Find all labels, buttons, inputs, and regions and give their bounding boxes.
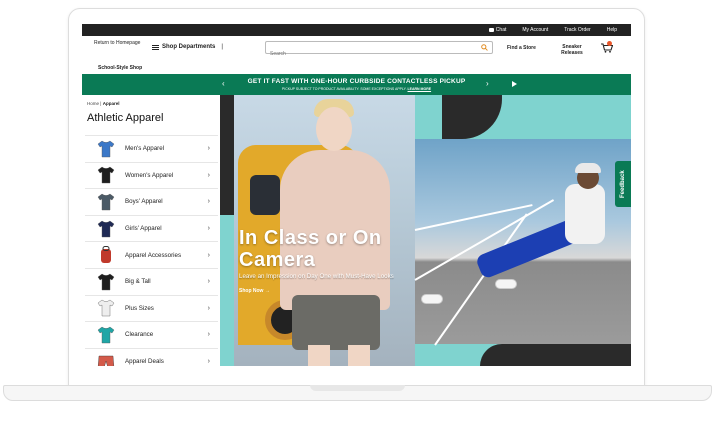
track-order-link[interactable]: Track Order xyxy=(564,27,590,33)
sidebar-item[interactable]: Girls' Apparel › xyxy=(85,214,218,242)
sidebar-item[interactable]: Women's Apparel › xyxy=(85,161,218,189)
help-link[interactable]: Help xyxy=(607,27,617,33)
browser-screen: Chat My Account Track Order Help Return … xyxy=(82,24,631,366)
breadcrumb-separator: | xyxy=(100,101,102,106)
model-head-graphic xyxy=(316,107,352,151)
search-box xyxy=(265,41,493,60)
hero-title-line2: Camera xyxy=(239,249,316,271)
shirt-navy-icon xyxy=(95,218,117,240)
sidebar-item-label: Boys' Apparel xyxy=(125,198,163,206)
backpack-icon xyxy=(95,244,117,266)
shop-departments-menu[interactable]: Shop Departments | xyxy=(152,44,223,50)
site-header: Return to Homepage Shop Departments | Fi… xyxy=(82,36,631,74)
learn-more-link[interactable]: LEARN MORE xyxy=(408,87,432,91)
sidebar-item[interactable]: Clearance › xyxy=(85,321,218,348)
my-account-link[interactable]: My Account xyxy=(522,27,548,33)
sidebar-item-label: Plus Sizes xyxy=(125,304,154,312)
breadcrumb-home[interactable]: Home xyxy=(87,101,99,106)
sneaker-releases-link[interactable]: Sneaker Releases xyxy=(554,44,590,56)
shirt-teal-icon xyxy=(95,324,117,346)
breadcrumb-current: Apparel xyxy=(102,101,120,106)
find-a-store-link[interactable]: Find a Store xyxy=(507,45,536,51)
chevron-right-icon: › xyxy=(207,331,210,339)
arrow-right-icon: → xyxy=(264,288,270,294)
chevron-right-icon: › xyxy=(207,278,210,286)
hamburger-icon xyxy=(152,44,159,50)
shirt-blue-icon xyxy=(95,138,117,160)
page-title: Athletic Apparel xyxy=(87,112,164,124)
return-to-homepage-link[interactable]: Return to Homepage xyxy=(94,40,140,46)
sneaker-graphic xyxy=(495,279,517,289)
sidebar-item-label: Women's Apparel xyxy=(125,171,174,179)
sidebar-item-label: Apparel Deals xyxy=(125,358,164,366)
utility-bar: Chat My Account Track Order Help xyxy=(82,24,631,36)
search-icon[interactable] xyxy=(481,44,488,51)
sidebar-item[interactable]: Plus Sizes › xyxy=(85,294,218,322)
search-input[interactable] xyxy=(266,48,466,60)
breadcrumb: Home | Apparel xyxy=(87,101,119,106)
chevron-right-icon: › xyxy=(207,145,210,153)
category-sidebar: Home | Apparel Athletic Apparel Men's Ap… xyxy=(82,95,220,366)
model-leg-graphic xyxy=(308,345,330,366)
chevron-right-icon: › xyxy=(207,198,210,206)
sidebar-item[interactable]: Apparel Deals › xyxy=(85,347,218,366)
sidebar-item-label: Apparel Accessories xyxy=(125,251,182,259)
hero-banner[interactable]: In Class or On Camera Leave an Impressio… xyxy=(220,95,631,366)
shirt-black-icon xyxy=(95,271,117,293)
sidebar-item-label: Girls' Apparel xyxy=(125,225,162,233)
chat-icon xyxy=(488,28,494,32)
model-cap-graphic xyxy=(575,163,601,173)
promo-next-arrow[interactable]: › xyxy=(486,79,489,88)
hero-title: In Class or On Camera xyxy=(239,227,382,271)
shorts-icon xyxy=(95,351,117,366)
header-separator: | xyxy=(221,44,223,50)
hero-photo-runner xyxy=(414,139,631,346)
sidebar-item-label: Clearance xyxy=(125,331,154,339)
model-leg-graphic xyxy=(348,345,370,366)
chevron-right-icon: › xyxy=(207,225,210,233)
sidebar-item-label: Big & Tall xyxy=(125,278,151,286)
shirt-white-icon xyxy=(95,297,117,319)
shirt-gray-icon xyxy=(95,191,117,213)
promo-subtitle-text: PICKUP SUBJECT TO PRODUCT AVAILABILITY. … xyxy=(281,87,407,91)
model-shorts-graphic xyxy=(292,295,380,350)
chevron-right-icon: › xyxy=(207,358,210,366)
laptop-notch xyxy=(310,385,405,391)
school-style-shop-link[interactable]: School-Style Shop xyxy=(98,65,142,71)
shop-now-label: Shop Now xyxy=(239,288,264,294)
chat-link[interactable]: Chat xyxy=(488,27,507,33)
shop-now-link[interactable]: Shop Now → xyxy=(239,288,270,294)
sidebar-item[interactable]: Big & Tall › xyxy=(85,267,218,295)
decor-shape xyxy=(220,215,234,366)
sidebar-item[interactable]: Boys' Apparel › xyxy=(85,188,218,215)
promo-subtitle: PICKUP SUBJECT TO PRODUCT AVAILABILITY. … xyxy=(82,87,631,91)
feedback-tab[interactable]: Feedback xyxy=(615,161,631,207)
model-tshirt-graphic xyxy=(565,184,605,244)
chevron-right-icon: › xyxy=(207,251,210,259)
cart-badge xyxy=(607,41,612,46)
play-icon[interactable] xyxy=(512,81,517,87)
shop-departments-label: Shop Departments xyxy=(162,44,216,50)
sidebar-item[interactable]: Apparel Accessories › xyxy=(85,241,218,268)
sidebar-item-label: Men's Apparel xyxy=(125,145,165,153)
category-list: Men's Apparel › Women's Apparel › Boys' Appa… xyxy=(85,135,218,366)
hero-subtitle: Leave an Impression on Day One with Must… xyxy=(239,273,394,280)
chevron-right-icon: › xyxy=(207,171,210,179)
shirt-black-icon xyxy=(95,164,117,186)
decor-shape xyxy=(480,344,631,366)
bus-window-graphic xyxy=(250,175,280,215)
hero-title-line1: In Class or On xyxy=(239,227,382,249)
sneaker-graphic xyxy=(421,294,443,304)
sidebar-item[interactable]: Men's Apparel › xyxy=(85,135,218,162)
chat-label: Chat xyxy=(495,27,507,33)
promo-title: GET IT FAST WITH ONE-HOUR CURBSIDE CONTA… xyxy=(247,78,466,85)
promo-banner[interactable]: ‹ GET IT FAST WITH ONE-HOUR CURBSIDE CON… xyxy=(82,74,631,95)
chevron-right-icon: › xyxy=(207,304,210,312)
